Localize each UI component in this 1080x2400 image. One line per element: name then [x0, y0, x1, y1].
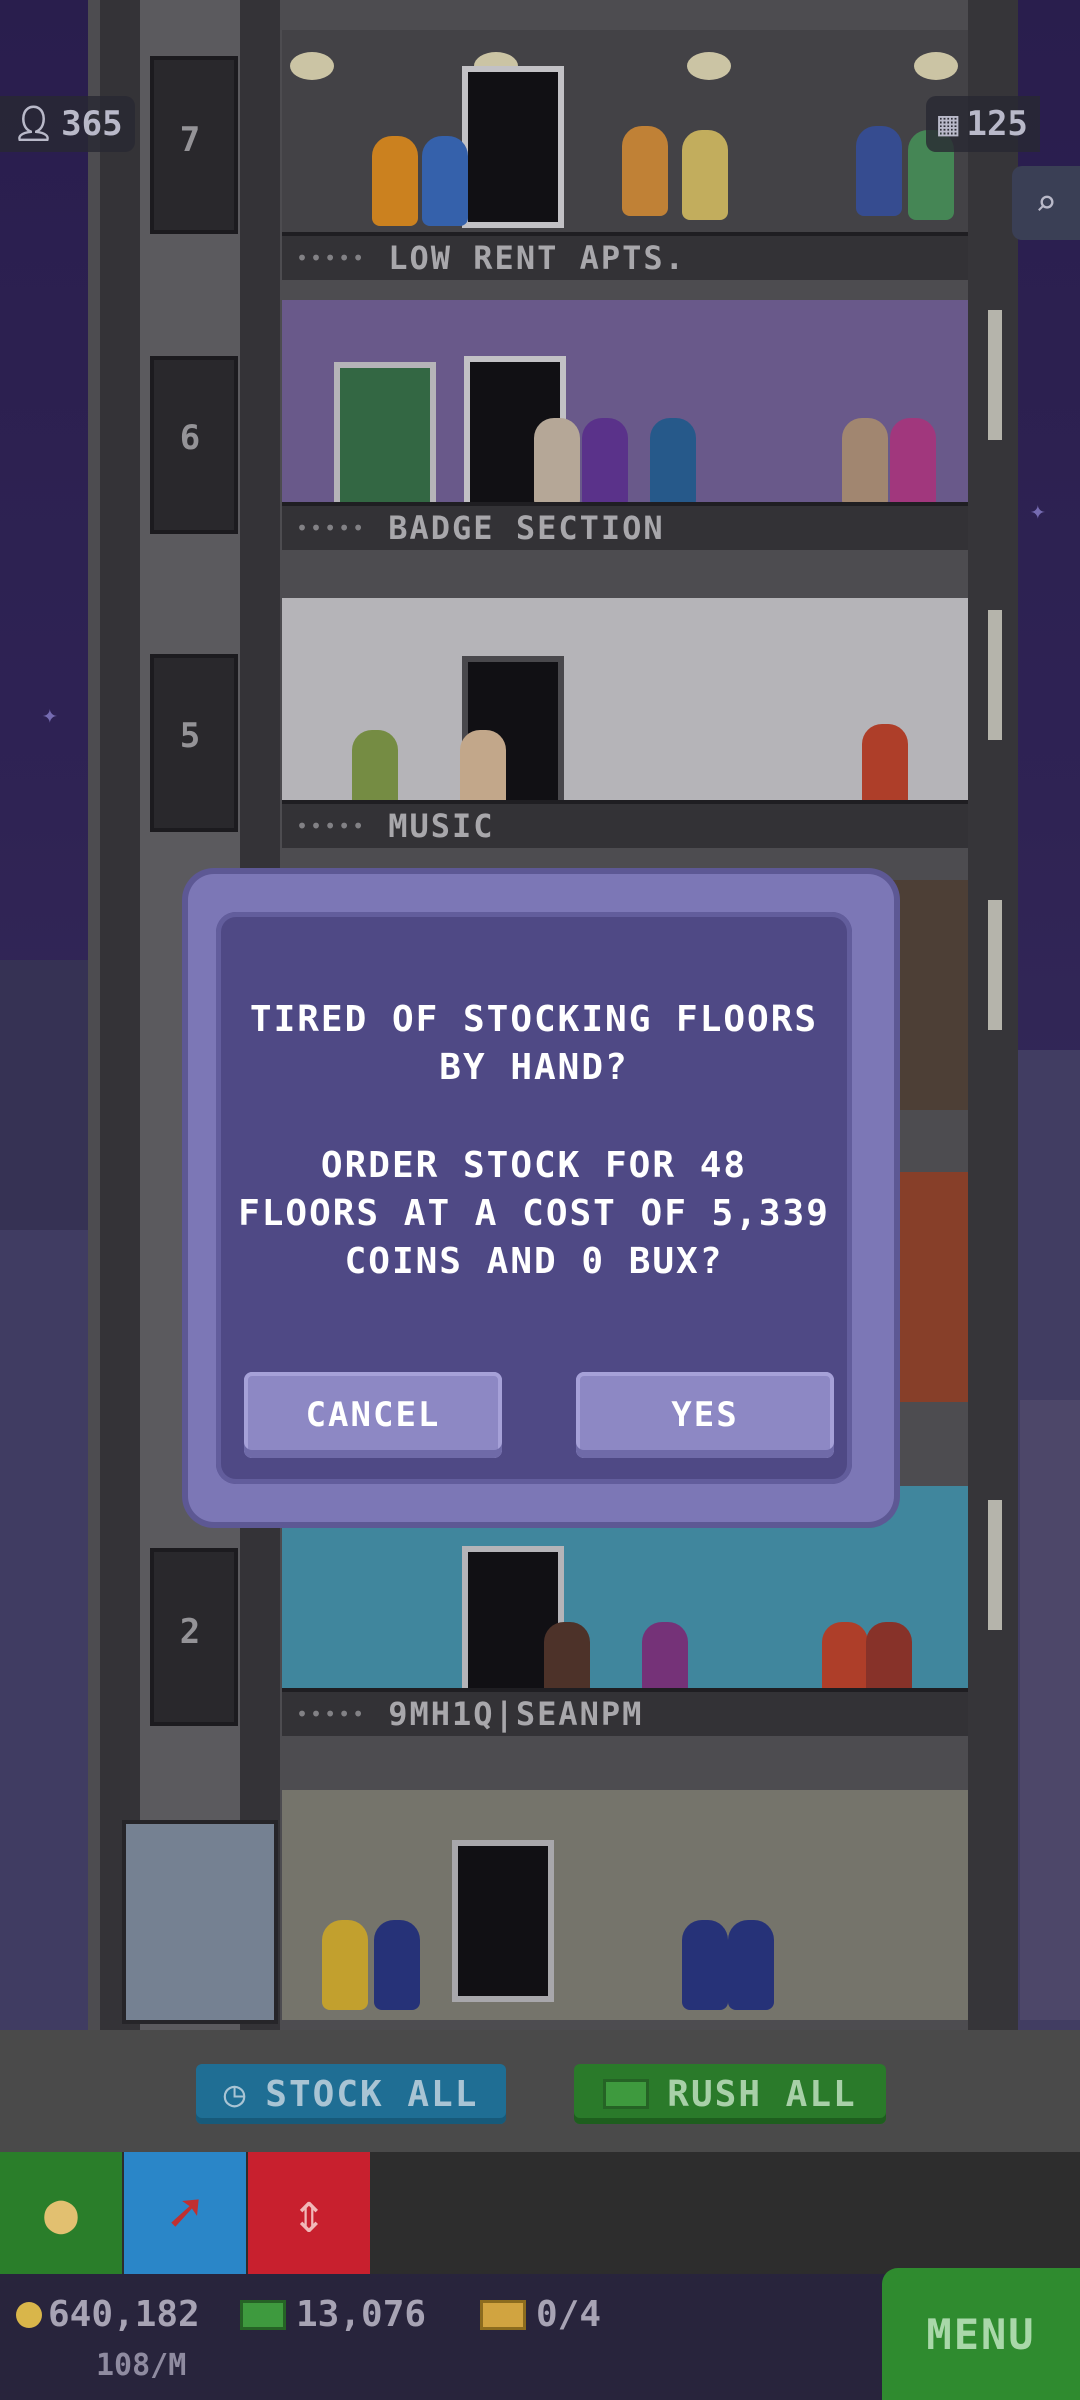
population-value: 365 — [61, 104, 123, 144]
coins-stat: 640,182 — [16, 2294, 200, 2335]
rush-all-button[interactable]: RUSH ALL — [574, 2064, 886, 2124]
rush-all-label: RUSH ALL — [667, 2073, 857, 2115]
bux-icon — [240, 2299, 286, 2330]
clock-icon: ◷ — [223, 2073, 248, 2115]
coin-icon — [16, 2301, 42, 2328]
ticket-icon — [480, 2299, 526, 2330]
building-icon: ▦ — [938, 104, 959, 144]
population-counter: 👤︎ 365 — [0, 96, 135, 152]
bux-icon — [603, 2079, 650, 2109]
yes-button[interactable]: YES — [576, 1372, 834, 1458]
dialog-line-2: BY HAND? — [439, 1047, 629, 1088]
coins-value: 640,182 — [48, 2294, 200, 2335]
tickets-stat: 0/4 — [480, 2294, 601, 2335]
elevator-arrows-icon: ⇕ — [292, 2180, 326, 2246]
floor-count-value: 125 — [966, 104, 1028, 144]
stock-all-label: STOCK ALL — [265, 2073, 479, 2115]
elevator-button[interactable]: ⇕ — [248, 2152, 370, 2274]
coins-button[interactable]: ● — [0, 2152, 122, 2274]
cancel-button[interactable]: CANCEL — [244, 1372, 502, 1458]
coins-icon: ● — [44, 2180, 78, 2246]
stock-all-button[interactable]: ◷ STOCK ALL — [196, 2064, 506, 2124]
search-icon: ⌕ — [1035, 182, 1057, 224]
dialog-line-3: ORDER STOCK FOR 48 — [320, 1145, 748, 1186]
pin-icon: ➚ — [168, 2180, 202, 2246]
pin-button[interactable]: ➚ — [124, 2152, 246, 2274]
dialog-line-4: FLOORS AT A COST OF 5,339 — [238, 1193, 830, 1234]
bux-stat: 13,076 — [240, 2294, 426, 2335]
action-bar — [0, 2030, 1080, 2158]
person-icon: 👤︎ — [12, 104, 56, 144]
dialog-line-5: COINS AND 0 BUX? — [344, 1241, 724, 1282]
search-button[interactable]: ⌕ — [1012, 166, 1080, 240]
floor-counter: ▦ 125 — [926, 96, 1040, 152]
bux-value: 13,076 — [296, 2294, 427, 2335]
tickets-value: 0/4 — [536, 2294, 602, 2335]
coins-rate: 108/M — [96, 2348, 187, 2383]
menu-button[interactable]: MENU — [882, 2268, 1080, 2400]
dialog-line-1: TIRED OF STOCKING FLOORS — [249, 999, 819, 1040]
